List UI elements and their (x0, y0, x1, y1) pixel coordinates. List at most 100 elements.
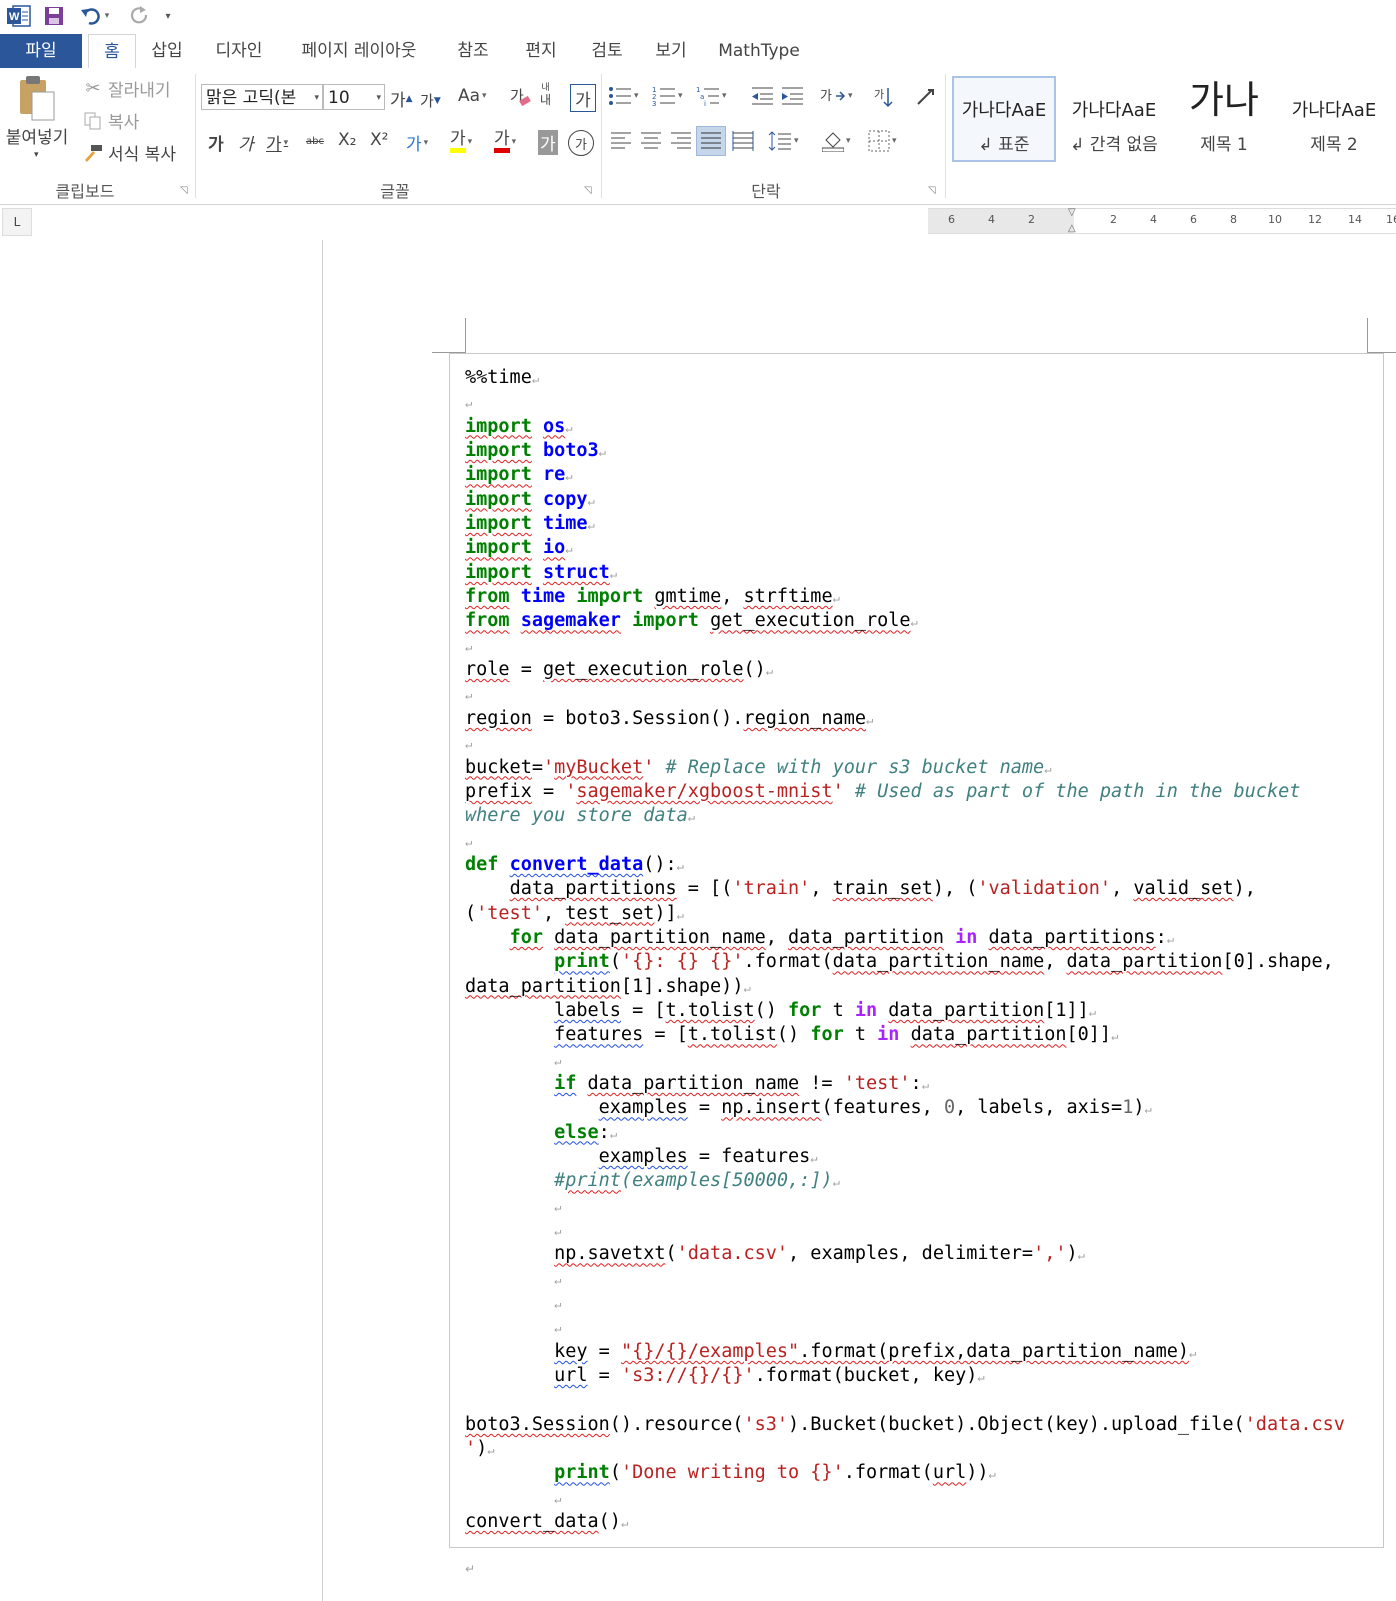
highlight-button[interactable]: 가 ▾ (450, 130, 472, 153)
chevron-down-icon: ▾ (376, 93, 381, 103)
grow-font-button[interactable]: 가 ▲ (390, 86, 413, 111)
ruler-number: 12 (1308, 213, 1322, 226)
font-name-combo[interactable]: 맑은 고딕(본 ▾ (201, 84, 323, 110)
paste-icon[interactable] (10, 74, 62, 122)
paste-button[interactable]: 붙여넣기 (0, 123, 74, 148)
character-shading-button[interactable]: 가 (538, 130, 558, 155)
paragraph-mark: ↵ (609, 1126, 618, 1141)
code-token: data_partition (910, 1024, 1067, 1046)
code-token: ( (665, 1243, 677, 1265)
character-border-icon[interactable]: 가 (570, 84, 596, 112)
style-normal[interactable]: 가나다AaE ↲ 표준 (952, 76, 1056, 162)
undo-icon[interactable]: ▾ (78, 4, 112, 28)
font-size-value: 10 (328, 88, 350, 108)
code-token: from (465, 610, 510, 632)
cut-button[interactable]: ✂ 잘라내기 (82, 76, 170, 101)
text-direction-icon[interactable]: 가 ▾ (820, 86, 853, 106)
tab-mathtype[interactable]: MathType (716, 34, 802, 68)
code-token: get_execution_role (710, 610, 911, 632)
numbering-icon[interactable]: 1 2 3 ▾ (652, 86, 683, 106)
tab-design[interactable]: 디자인 (206, 34, 272, 68)
align-center-icon[interactable] (640, 130, 662, 152)
copy-button[interactable]: 복사 (82, 108, 139, 133)
font-launcher-icon[interactable]: ◹ (584, 185, 592, 196)
text-effects-button[interactable]: 가 ▾ (406, 130, 428, 155)
style-heading-1[interactable]: 가나 제목 1 (1172, 78, 1276, 160)
multilevel-list-icon[interactable]: 1 a i ▾ (696, 86, 727, 106)
code-token: "{}/{}/examples" (620, 1340, 800, 1362)
style-heading-2[interactable]: 가나다AaE 제목 2 (1282, 78, 1386, 160)
code-line: ↵ (465, 1194, 1345, 1218)
strikethrough-button[interactable]: abc (306, 136, 324, 147)
align-right-icon[interactable] (670, 130, 692, 152)
clipboard-launcher-icon[interactable]: ◹ (180, 185, 188, 196)
tab-mailings[interactable]: 편지 (518, 34, 564, 68)
code-token: import (465, 537, 532, 559)
text-effects-label: 가 (406, 135, 422, 155)
asian-layout-icon[interactable]: 가 (874, 86, 896, 108)
decrease-indent-icon[interactable] (750, 86, 774, 106)
word-logo-icon: W (6, 4, 32, 28)
superscript-button[interactable]: X² (370, 130, 388, 150)
code-token: : (598, 1121, 610, 1143)
phonetic-guide-icon[interactable]: 내내 (540, 82, 551, 106)
shrink-font-button[interactable]: 가 ▼ (420, 90, 441, 111)
borders-icon[interactable]: ▾ (868, 130, 897, 152)
paragraph-launcher-icon[interactable]: ◹ (928, 185, 936, 196)
tab-review[interactable]: 검토 (584, 34, 630, 68)
underline-button[interactable]: 가 ▾ (266, 130, 288, 155)
font-size-combo[interactable]: 10 ▾ (323, 84, 385, 110)
justify-icon[interactable] (696, 126, 726, 156)
redo-icon[interactable] (128, 4, 152, 28)
tab-view[interactable]: 보기 (648, 34, 694, 68)
code-token: region (465, 707, 532, 729)
code-content[interactable]: %%time↵ ↵ import os↵ import boto3↵ import re… (465, 366, 1345, 1535)
tab-file[interactable]: 파일 (0, 34, 82, 68)
bullets-icon[interactable]: ▾ (608, 86, 639, 106)
code-token: () (743, 659, 766, 681)
subscript-button[interactable]: X₂ (338, 130, 356, 150)
code-token: = [ (643, 1024, 688, 1046)
code-token: ).Bucket(bucket).Object(key).upload_file… (788, 1413, 1245, 1435)
enclose-character-button[interactable]: 가 (568, 130, 594, 156)
tab-page-layout[interactable]: 페이지 레이아웃 (290, 34, 428, 68)
change-case-button[interactable]: Aa ▾ (458, 86, 487, 106)
increase-indent-icon[interactable] (780, 86, 804, 106)
line-spacing-icon[interactable]: ▾ (768, 130, 799, 152)
format-painter-button[interactable]: 서식 복사 (82, 140, 176, 165)
font-color-button[interactable]: 가 ▾ (494, 130, 516, 153)
code-token: print (554, 951, 610, 973)
paste-dropdown-icon[interactable]: ▾ (34, 150, 39, 160)
save-icon[interactable] (42, 4, 66, 28)
italic-button[interactable]: 가 (238, 130, 254, 155)
hanging-indent-icon[interactable]: △ (1068, 223, 1076, 234)
code-token: import (465, 561, 532, 583)
show-marks-icon[interactable] (914, 86, 936, 108)
style-no-spacing[interactable]: 가나다AaE ↲ 간격 없음 (1062, 78, 1166, 160)
scissors-icon: ✂ (85, 78, 101, 99)
tab-references[interactable]: 참조 (450, 34, 496, 68)
tab-insert[interactable]: 삽입 (142, 34, 192, 68)
code-line: examples = features↵ (465, 1145, 1345, 1169)
horizontal-ruler[interactable]: 6 4 2 ▽ △ 2 4 6 8 10 12 14 16 (928, 207, 1396, 234)
code-token: , (1044, 951, 1067, 973)
code-line: ')↵ (465, 1437, 1345, 1461)
distribute-icon[interactable] (732, 130, 754, 152)
shading-icon[interactable]: ▾ (822, 130, 851, 152)
tab-home[interactable]: 홈 (88, 34, 136, 70)
first-line-indent-icon[interactable]: ▽ (1068, 207, 1076, 218)
paragraph-mark: ↵ (554, 1321, 562, 1336)
bold-button[interactable]: 가 (208, 130, 224, 155)
tab-selector[interactable]: L (2, 208, 32, 236)
customize-toolbar-icon[interactable]: ▾ (160, 4, 176, 28)
code-line: for data_partition_name, data_partition … (465, 926, 1345, 950)
paragraph-mark: ↵ (687, 810, 695, 825)
code-line: #print(examples[50000,:])↵ (465, 1169, 1345, 1193)
code-token: features (554, 1024, 644, 1046)
clear-formatting-icon[interactable]: 가 (510, 86, 532, 108)
ruler-number: 4 (988, 213, 995, 226)
align-left-icon[interactable] (610, 130, 632, 152)
code-token: %%time (465, 367, 532, 388)
